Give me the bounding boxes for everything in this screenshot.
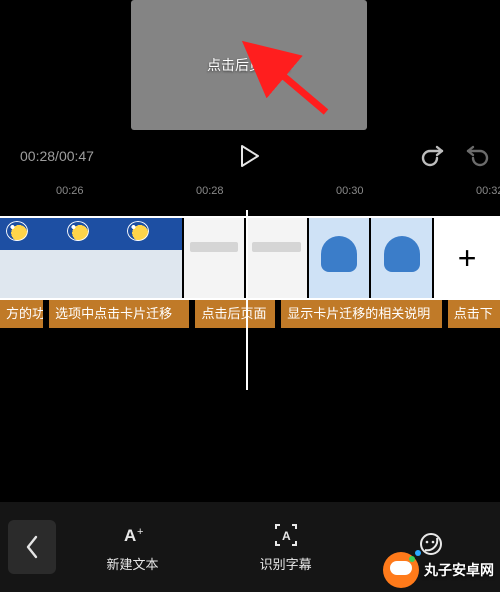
video-clip[interactable] bbox=[246, 218, 307, 298]
subtitle-clip[interactable]: 点击后页面 bbox=[195, 300, 275, 328]
ruler-tick: 00:26 bbox=[56, 185, 84, 197]
plus-icon: + bbox=[458, 240, 477, 277]
subtitle-clip[interactable]: 选项中点击卡片迁移 bbox=[49, 300, 189, 328]
toolbar-label: 新建文本 bbox=[107, 554, 159, 573]
text-add-icon: A + bbox=[120, 522, 146, 548]
subtitle-track[interactable]: 方的功 选项中点击卡片迁移 点击后页面 显示卡片迁移的相关说明 点击下 bbox=[0, 300, 500, 328]
redo-button[interactable] bbox=[462, 142, 490, 170]
video-clip[interactable] bbox=[184, 218, 245, 298]
toolbar-label: 识别字幕 bbox=[260, 554, 312, 573]
new-text-button[interactable]: A + 新建文本 bbox=[56, 522, 209, 573]
subtitle-clip[interactable]: 显示卡片迁移的相关说明 bbox=[281, 300, 441, 328]
scan-text-icon: A bbox=[273, 522, 299, 548]
timecode: 00:28/00:47 bbox=[20, 148, 94, 164]
subtitle-clip[interactable]: 方的功 bbox=[0, 300, 43, 328]
watermark: 丸子安卓网 bbox=[383, 552, 494, 588]
svg-text:+: + bbox=[137, 526, 143, 538]
video-clip[interactable] bbox=[309, 218, 370, 298]
watermark-logo-icon bbox=[383, 552, 419, 588]
annotation-arrow bbox=[260, 60, 340, 120]
transport-bar: 00:28/00:47 bbox=[0, 136, 500, 176]
auto-caption-button[interactable]: A 识别字幕 bbox=[209, 522, 362, 573]
ruler-tick: 00:30 bbox=[336, 185, 364, 197]
ruler-tick: 00:32 bbox=[476, 185, 500, 197]
add-clip-button[interactable]: + bbox=[434, 218, 500, 298]
chevron-left-icon bbox=[23, 533, 41, 561]
video-clip[interactable] bbox=[0, 218, 182, 298]
time-ruler[interactable]: 00:26 00:28 00:30 00:32 bbox=[0, 185, 500, 205]
svg-text:A: A bbox=[282, 529, 291, 543]
play-button[interactable] bbox=[236, 142, 264, 170]
undo-button[interactable] bbox=[420, 142, 448, 170]
back-button[interactable] bbox=[8, 520, 56, 574]
video-clip[interactable] bbox=[371, 218, 432, 298]
ruler-tick: 00:28 bbox=[196, 185, 224, 197]
subtitle-clip[interactable]: 点击下 bbox=[448, 300, 500, 328]
svg-text:A: A bbox=[124, 526, 136, 545]
playhead[interactable] bbox=[246, 210, 248, 390]
clip-track[interactable]: + bbox=[0, 216, 500, 300]
watermark-text: 丸子安卓网 bbox=[424, 560, 494, 580]
